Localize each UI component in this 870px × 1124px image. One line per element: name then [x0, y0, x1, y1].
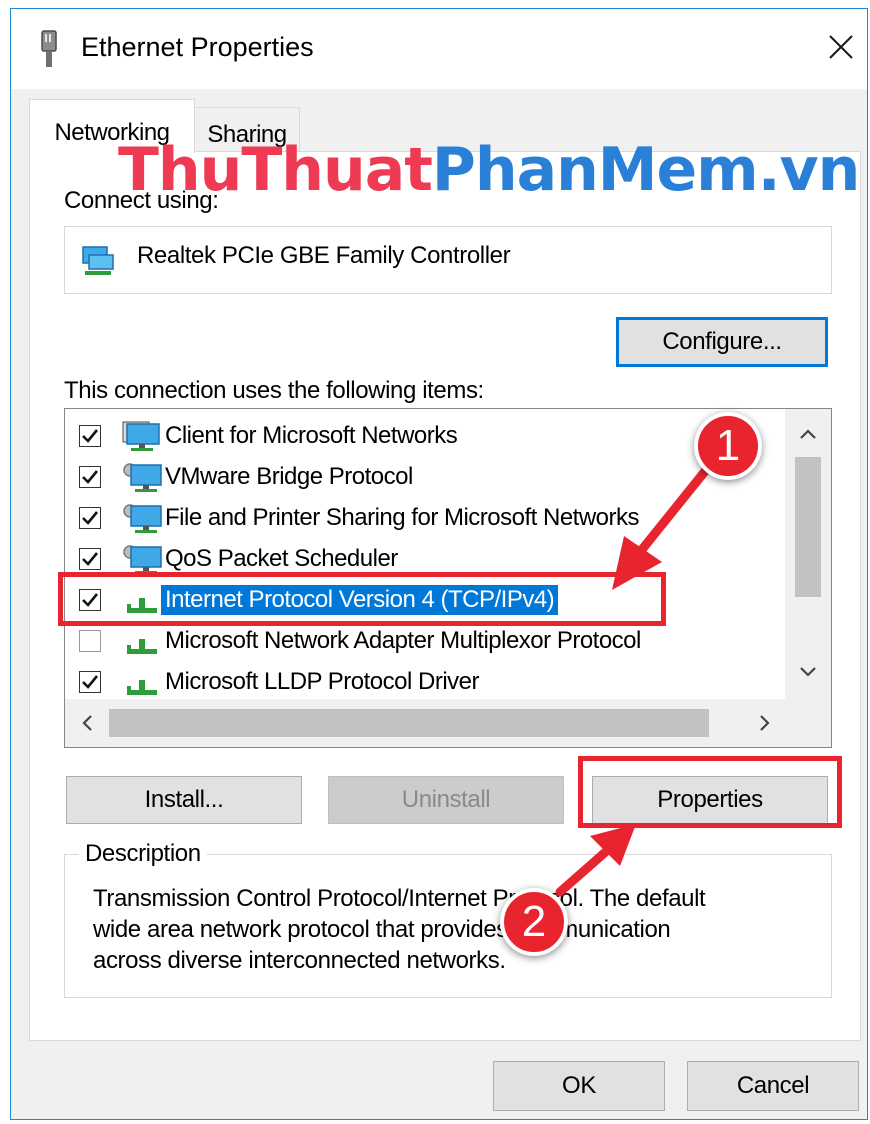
checkmark-icon — [82, 511, 99, 525]
scroll-left-button[interactable] — [75, 711, 99, 735]
scroll-up-button[interactable] — [795, 421, 821, 447]
close-button[interactable] — [819, 25, 863, 69]
horizontal-scrollbar[interactable] — [65, 699, 785, 747]
checkmark-icon — [82, 552, 99, 566]
install-button[interactable]: Install... — [66, 776, 302, 824]
configure-button[interactable]: Configure... — [616, 317, 828, 367]
item-label: Microsoft Network Adapter Multiplexor Pr… — [165, 627, 641, 654]
chevron-right-icon — [760, 715, 770, 731]
network-adapter-icon — [82, 246, 114, 275]
checkmark-icon — [82, 470, 99, 484]
scroll-right-button[interactable] — [753, 711, 777, 735]
description-text: Transmission Control Protocol/Internet P… — [93, 883, 813, 976]
adapter-name: Realtek PCIe GBE Family Controller — [137, 242, 511, 269]
description-line: wide area network protocol that provides… — [93, 916, 671, 943]
ethernet-cable-icon — [41, 30, 57, 67]
item-checkbox[interactable] — [79, 630, 101, 652]
step-badge-2: 2 — [500, 888, 568, 956]
scroll-down-button[interactable] — [795, 659, 821, 685]
window-title: Ethernet Properties — [81, 32, 314, 62]
scrollbar-corner — [785, 699, 831, 747]
checkmark-icon — [82, 675, 99, 689]
item-checkbox[interactable] — [79, 466, 101, 488]
close-icon — [829, 35, 853, 59]
title-bar[interactable]: Ethernet Properties — [11, 9, 867, 89]
highlight-box-properties — [578, 756, 842, 828]
list-item-file-and-printer-sharing[interactable]: File and Printer Sharing for Microsoft N… — [65, 499, 785, 537]
ok-button[interactable]: OK — [493, 1061, 665, 1111]
item-checkbox[interactable] — [79, 425, 101, 447]
items-heading: This connection uses the following items… — [64, 377, 484, 404]
watermark-logo: ThuThuatPhanMem.vn — [118, 134, 860, 206]
list-item-vmware-bridge-protocol[interactable]: VMware Bridge Protocol — [65, 458, 785, 496]
network-client-icon — [122, 421, 160, 451]
item-label: File and Printer Sharing for Microsoft N… — [165, 504, 640, 531]
step-badge-1: 1 — [694, 412, 762, 480]
item-checkbox[interactable] — [79, 671, 101, 693]
description-line: Transmission Control Protocol/Internet P… — [93, 885, 706, 912]
description-legend: Description — [79, 839, 207, 869]
description-line: across diverse interconnected networks. — [93, 947, 506, 974]
chevron-up-icon — [800, 429, 816, 439]
horizontal-scroll-thumb[interactable] — [109, 709, 709, 737]
item-label: VMware Bridge Protocol — [165, 463, 413, 490]
network-protocol-icon — [127, 639, 157, 654]
network-service-icon — [123, 504, 162, 533]
item-label: Microsoft LLDP Protocol Driver — [165, 668, 480, 695]
chevron-left-icon — [82, 715, 92, 731]
list-item-client-for-microsoft-networks[interactable]: Client for Microsoft Networks — [65, 417, 785, 455]
list-item-multiplexor-protocol[interactable]: Microsoft Network Adapter Multiplexor Pr… — [65, 622, 785, 660]
description-group: Description Transmission Control Protoco… — [64, 839, 832, 998]
network-service-icon — [123, 463, 162, 492]
chevron-down-icon — [800, 667, 816, 677]
vertical-scrollbar[interactable] — [785, 409, 831, 699]
item-checkbox[interactable] — [79, 548, 101, 570]
highlight-box-ipv4 — [58, 572, 666, 626]
adapter-field: Realtek PCIe GBE Family Controller — [64, 226, 832, 294]
vertical-scroll-thumb[interactable] — [795, 457, 821, 597]
uninstall-button[interactable]: Uninstall — [328, 776, 564, 824]
checkmark-icon — [82, 429, 99, 443]
network-protocol-icon — [127, 680, 157, 695]
list-item-lldp-protocol-driver[interactable]: Microsoft LLDP Protocol Driver — [65, 663, 785, 701]
item-label: Client for Microsoft Networks — [165, 422, 458, 449]
watermark-part1: ThuThuat — [118, 135, 433, 205]
network-service-icon — [123, 545, 162, 574]
watermark-part2: PhanMem.vn — [431, 135, 860, 205]
item-label: QoS Packet Scheduler — [165, 545, 398, 572]
item-checkbox[interactable] — [79, 507, 101, 529]
cancel-button[interactable]: Cancel — [687, 1061, 859, 1111]
